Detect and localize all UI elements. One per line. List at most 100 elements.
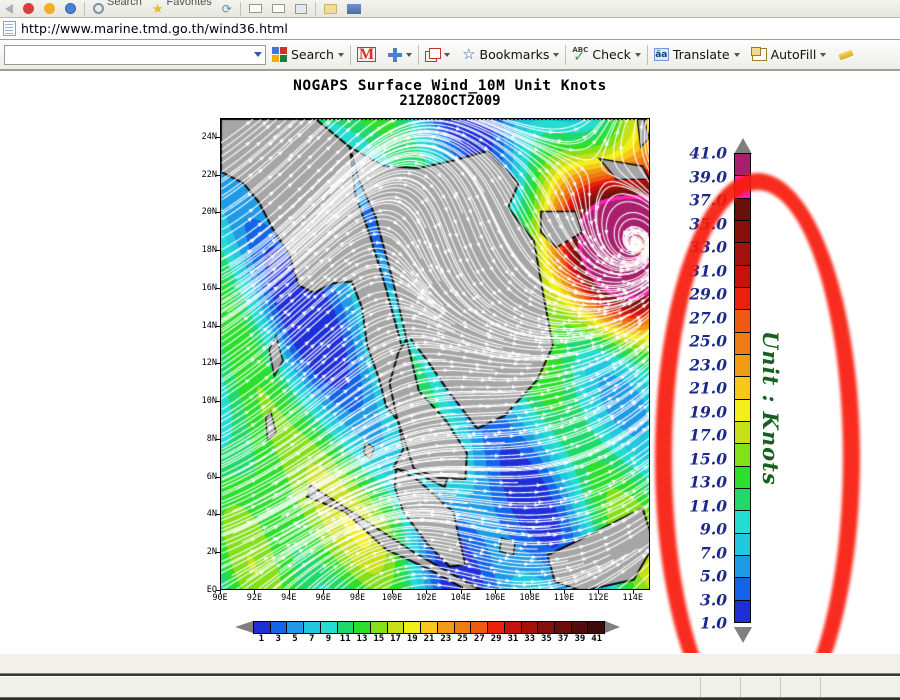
colorbar-tick-label: 33.0 — [689, 237, 727, 257]
colorbar-swatch — [735, 555, 750, 578]
plus-share-icon — [388, 47, 403, 62]
latitude-tick-label: 24N — [201, 131, 217, 142]
history-button[interactable] — [244, 0, 267, 17]
back-button[interactable] — [0, 0, 18, 17]
highlight-button[interactable] — [832, 39, 862, 70]
chevron-down-icon[interactable] — [337, 52, 344, 57]
colorbar-over-cap-icon — [734, 138, 752, 154]
gmail-button[interactable]: M — [351, 39, 382, 70]
bookmarks-button[interactable]: ☆ Bookmarks — [456, 39, 565, 70]
colorbar-tick-label: 11.0 — [689, 496, 727, 515]
highlighter-icon — [838, 48, 856, 62]
media-icon — [65, 3, 76, 14]
toolbar-divider — [84, 1, 85, 16]
axis-tick — [216, 250, 220, 252]
colorbar-swatch — [735, 421, 750, 444]
axis-tick — [216, 438, 220, 440]
chevron-down-icon[interactable] — [254, 52, 262, 57]
longitude-tick-label: 90E — [212, 593, 228, 603]
stop-icon — [23, 3, 34, 14]
colorbar-swatch — [735, 577, 750, 600]
vertical-colorbar-legend: 41.0 39.0 37.0 35.0 33.0 31.0 29.0 27.0 25.0 23.0… — [672, 138, 792, 643]
colorbar-tick-label: 31.0 — [689, 261, 727, 280]
colorbar-over-cap-icon — [605, 621, 620, 633]
longitude-tick-label: 110E — [553, 593, 575, 603]
share-button[interactable] — [382, 39, 418, 70]
axis-tick — [598, 590, 600, 594]
status-segment — [700, 677, 740, 697]
colorbar-swatch — [735, 532, 750, 556]
colorbar-swatch — [320, 622, 338, 633]
colorbar-tick-label: 19 — [406, 634, 418, 644]
chevron-down-icon[interactable] — [634, 52, 641, 57]
home-button[interactable] — [39, 0, 60, 17]
colorbar-tick-label: 31 — [507, 634, 519, 644]
colorbar-tick-label: 37.0 — [689, 190, 727, 210]
popup-blocker-button[interactable] — [419, 39, 456, 70]
translate-button[interactable]: ăa Translate — [648, 39, 746, 70]
colorbar-swatch — [571, 622, 589, 633]
spell-check-button[interactable]: ABC Check — [566, 39, 646, 70]
axis-tick — [216, 363, 220, 365]
axis-tick — [216, 212, 220, 214]
colorbar-swatch — [488, 622, 505, 633]
axis-tick — [632, 590, 634, 594]
colorbar-tick-label: 7 — [308, 634, 315, 644]
colorbar-tick-label: 23.0 — [689, 355, 727, 374]
autofill-icon — [750, 47, 767, 61]
refresh-button[interactable]: ⟳ — [217, 0, 237, 17]
autofill-button[interactable]: AutoFill — [746, 39, 833, 70]
google-search-input[interactable] — [4, 44, 266, 65]
chevron-down-icon[interactable] — [553, 52, 560, 57]
stop-button[interactable] — [18, 0, 39, 17]
translate-label: Translate — [672, 47, 730, 62]
axis-tick — [357, 590, 359, 594]
home-icon — [44, 3, 55, 14]
colorbar-tick-label: 13.0 — [689, 472, 727, 492]
gmail-icon: M — [356, 46, 377, 63]
horizontal-colorbar-labels: 1 3 5 7 9 11 13 15 17 19 21 23 25 27 29 31 33 35 37 39 41 — [253, 634, 605, 647]
axis-tick — [529, 590, 531, 594]
colorbar-tick-label: 17 — [390, 634, 401, 644]
edit-button[interactable] — [319, 0, 342, 17]
search-button[interactable]: Search — [88, 0, 147, 17]
google-search-button[interactable]: Search — [266, 39, 350, 70]
colorbar-tick-label: 19.0 — [689, 402, 727, 421]
colorbar-swatch — [735, 488, 750, 511]
messenger-button[interactable] — [342, 0, 366, 17]
horizontal-colorbar-swatches — [253, 621, 605, 634]
vertical-colorbar-labels: 41.0 39.0 37.0 35.0 33.0 31.0 29.0 27.0 25.0 23.0… — [672, 144, 727, 633]
colorbar-swatch — [735, 331, 750, 355]
media-button[interactable] — [60, 0, 81, 17]
axis-tick — [254, 590, 256, 594]
colorbar-tick-label: 5.0 — [700, 566, 727, 586]
colorbar-swatch — [538, 622, 555, 633]
colorbar-swatch — [735, 465, 750, 489]
wind-map-plot[interactable] — [220, 118, 650, 590]
chevron-down-icon[interactable] — [406, 52, 413, 57]
chevron-down-icon[interactable] — [444, 52, 451, 57]
print-button[interactable] — [290, 0, 312, 17]
chevron-down-icon[interactable] — [733, 52, 740, 57]
latitude-tick-label: 14N — [201, 320, 217, 331]
mail-icon — [271, 4, 285, 13]
address-input[interactable]: http://www.marine.tmd.go.th/wind36.html — [21, 21, 288, 36]
search-icon — [93, 3, 104, 14]
colorbar-under-cap-icon — [734, 627, 752, 643]
popup-blocker-icon — [425, 48, 442, 62]
colorbar-tick-label: 25.0 — [689, 331, 727, 351]
google-toolbar[interactable]: Search M ☆ Bookmarks ABC Check ăa — [0, 40, 900, 71]
colorbar-tick-label: 17.0 — [689, 425, 727, 445]
ie-command-toolbar[interactable]: Search ★ Favorites ⟳ — [0, 0, 900, 18]
colorbar-tick-label: 15.0 — [689, 449, 727, 468]
colorbar-tick-label: 9.0 — [700, 519, 727, 539]
address-bar[interactable]: http://www.marine.tmd.go.th/wind36.html — [0, 18, 900, 40]
browser-chrome: Search ★ Favorites ⟳ http://www.marine.t… — [0, 0, 900, 71]
colorbar-tick-label: 21 — [423, 634, 435, 644]
chevron-down-icon[interactable] — [820, 52, 827, 57]
bookmark-star-icon: ☆ — [462, 45, 476, 63]
mail-button[interactable] — [267, 0, 290, 17]
favorites-button[interactable]: ★ Favorites — [147, 0, 217, 17]
wind-speed-field — [221, 119, 649, 589]
colorbar-tick-label: 13 — [356, 634, 368, 644]
